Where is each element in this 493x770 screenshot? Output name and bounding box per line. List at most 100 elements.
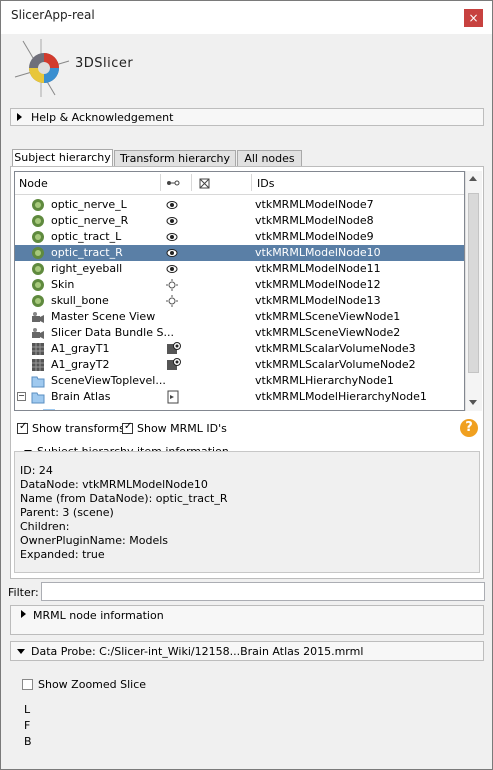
tree-row-name: right_eyeball — [51, 262, 123, 275]
tree-row-name: SceneViewToplevel... — [51, 374, 166, 387]
show-transforms-checkbox[interactable]: ✓ — [17, 421, 28, 434]
expand-arrow-icon — [17, 113, 22, 121]
item-information-group: ID: 24 DataNode: vtkMRMLModelNode10 Name… — [14, 451, 480, 573]
model-icon — [31, 230, 45, 244]
mrml-node-information-label[interactable]: MRML node information — [33, 609, 164, 622]
tree-row[interactable]: optic_nerve_L vtkMRMLModelNode7 — [15, 197, 464, 213]
eye-icon[interactable] — [166, 247, 178, 259]
show-zoomed-slice-label: Show Zoomed Slice — [38, 678, 147, 691]
show-mrml-ids-label: Show MRML ID's — [137, 422, 227, 435]
sceneview-icon — [31, 310, 45, 324]
tree-header: Node IDs — [15, 172, 464, 195]
eye-hidden-icon[interactable] — [166, 279, 178, 291]
tree-row-name: optic_nerve_R — [51, 214, 129, 227]
transform-column-icon[interactable] — [198, 177, 212, 189]
model-icon — [31, 262, 45, 276]
tree-row-name: optic_tract_L — [51, 230, 122, 243]
eye-icon[interactable] — [166, 215, 178, 227]
volume-icon — [31, 358, 45, 372]
tab-all-nodes[interactable]: All nodes — [237, 150, 302, 167]
scroll-up-icon[interactable] — [469, 176, 477, 181]
tree-row[interactable]: optic_nerve_R vtkMRMLModelNode8 — [15, 213, 464, 229]
tree-row-name: Brain Atlas — [51, 390, 111, 403]
tree-row[interactable]: skull_bone vtkMRMLModelNode13 — [15, 293, 464, 309]
logo-area: 3DSlicer — [1, 34, 492, 101]
help-acknowledgement-label: Help & Acknowledgement — [31, 111, 174, 124]
tree-row[interactable]: optic_tract_L vtkMRMLModelNode9 — [15, 229, 464, 245]
help-acknowledgement-button[interactable]: Help & Acknowledgement — [10, 108, 484, 126]
show-zoomed-slice-checkbox[interactable] — [22, 679, 33, 690]
tree-row-id: vtkMRMLScalarVolumeNode2 — [255, 358, 416, 371]
folder-icon — [43, 409, 55, 410]
tree-row-id: vtkMRMLSceneViewNode2 — [255, 326, 401, 339]
tree-row-id: vtkMRMLModelNode8 — [255, 214, 374, 227]
volume-visibility-icon[interactable] — [167, 358, 181, 372]
tree-scrollbar[interactable] — [465, 171, 482, 411]
filter-label: Filter: — [8, 586, 39, 599]
info-line-expanded: Expanded: true — [20, 548, 105, 561]
eye-icon[interactable] — [166, 263, 178, 275]
volume-icon — [31, 342, 45, 356]
data-probe-button[interactable]: Data Probe: C:/Slicer-int_Wiki/12158...B… — [10, 641, 484, 661]
tab-subject-hierarchy[interactable]: Subject hierarchy — [12, 149, 113, 167]
tree-row[interactable]: A1_grayT1 vtkMRMLScalarVolumeNode3 — [15, 341, 464, 357]
info-line-id: ID: 24 — [20, 464, 53, 477]
tree-row-id: vtkMRMLSceneViewNode1 — [255, 310, 401, 323]
tree-row[interactable]: SceneViewToplevel... vtkMRMLHierarchyNode… — [15, 373, 464, 389]
column-ids-header[interactable]: IDs — [257, 177, 274, 190]
slicer-window: SlicerApp-real × 3DSlicer Help & Acknowl… — [0, 0, 493, 770]
scroll-thumb[interactable] — [468, 193, 479, 373]
slicer-logo-icon — [14, 39, 70, 97]
model-icon — [31, 214, 45, 228]
tree-row[interactable]: Skin vtkMRMLModelNode12 — [15, 277, 464, 293]
folder-icon — [31, 390, 45, 404]
help-icon[interactable]: ? — [460, 419, 478, 437]
tree-row-name: Master Scene View — [51, 310, 156, 323]
info-line-name: Name (from DataNode): optic_tract_R — [20, 492, 228, 505]
tree-row[interactable]: optic_tract_R vtkMRMLModelNode10 — [15, 245, 464, 261]
eye-hidden-icon[interactable] — [166, 295, 178, 307]
logo-text: 3DSlicer — [75, 56, 134, 71]
collapse-arrow-icon — [17, 649, 25, 654]
column-node-header[interactable]: Node — [19, 177, 48, 190]
tree-row-id: vtkMRMLModelNode13 — [255, 294, 381, 307]
tree-row-name: Skin — [51, 278, 75, 291]
column-separator — [251, 174, 252, 191]
filter-input[interactable] — [41, 582, 485, 601]
probe-line-b: B — [24, 735, 32, 748]
tree-row-name: Slicer Data Bundle S... — [51, 326, 174, 339]
close-button[interactable]: × — [464, 9, 483, 27]
expand-toggle-icon[interactable]: − — [17, 392, 26, 401]
info-line-children: Children: — [20, 520, 70, 533]
column-separator — [191, 174, 192, 191]
eye-icon[interactable] — [166, 199, 178, 211]
model-icon — [31, 294, 45, 308]
tree-row[interactable]: Master Scene View vtkMRMLSceneViewNode1 — [15, 309, 464, 325]
tree-row-id: vtkMRMLModelNode12 — [255, 278, 381, 291]
tree-row-name: optic_tract_R — [51, 246, 123, 259]
data-probe-label: Data Probe: C:/Slicer-int_Wiki/12158...B… — [31, 645, 364, 658]
tree-row-name: A1_grayT1 — [51, 342, 110, 355]
eye-icon[interactable] — [166, 231, 178, 243]
tree-row[interactable]: − Brain Atlas vtkMRMLModelHierarchyNode1 — [15, 389, 464, 405]
window-title: SlicerApp-real — [11, 8, 95, 22]
scroll-down-icon[interactable] — [469, 400, 477, 405]
tree-row-name: optic_nerve_L — [51, 198, 127, 211]
tree-row[interactable]: right_eyeball vtkMRMLModelNode11 — [15, 261, 464, 277]
tree-row[interactable]: A1_grayT2 vtkMRMLScalarVolumeNode2 — [15, 357, 464, 373]
mrml-node-information-group: MRML node information — [10, 605, 484, 635]
tree-row-name: A1_grayT2 — [51, 358, 110, 371]
show-transforms-label: Show transforms — [32, 422, 125, 435]
expand-arrow-icon[interactable] — [21, 610, 26, 618]
transform-icon[interactable] — [167, 390, 179, 404]
tab-transform-hierarchy[interactable]: Transform hierarchy — [114, 150, 236, 167]
info-line-owner-plugin: OwnerPluginName: Models — [20, 534, 169, 547]
volume-visibility-icon[interactable] — [167, 342, 181, 356]
show-mrml-ids-checkbox[interactable]: ✓ — [122, 421, 133, 434]
tree-row-name: skull_bone — [51, 294, 109, 307]
visibility-column-icon[interactable] — [166, 179, 180, 187]
title-bar: SlicerApp-real × — [1, 1, 492, 34]
tree-row[interactable]: Slicer Data Bundle S... vtkMRMLSceneViewN… — [15, 325, 464, 341]
subject-hierarchy-tree[interactable]: Node IDs optic_nerve_L vtkMRMLModelNode7 o… — [14, 171, 465, 411]
tree-row-partial — [15, 405, 464, 410]
